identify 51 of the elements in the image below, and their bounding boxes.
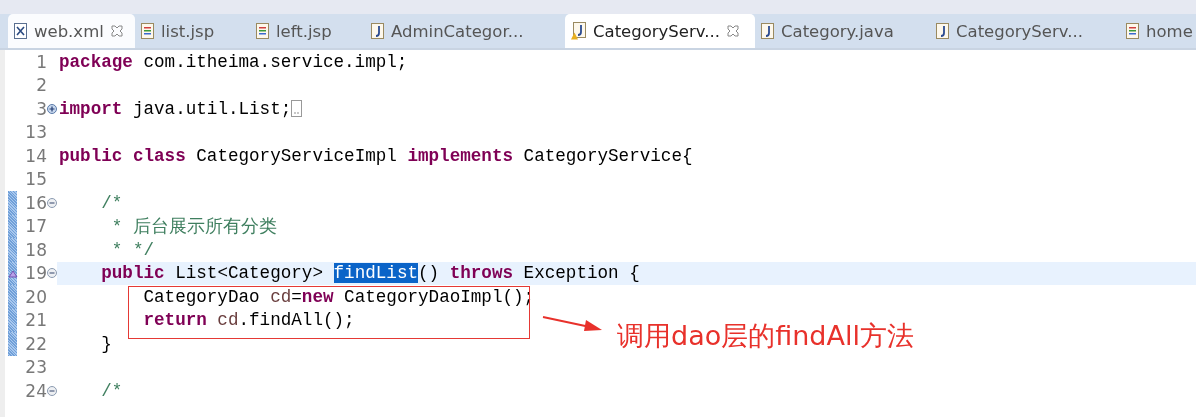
editor-tab[interactable]: CategoryServ... <box>930 14 1120 48</box>
java-file-warning-icon <box>571 22 586 40</box>
code-line: /* <box>100 380 123 401</box>
folded-code-icon[interactable] <box>291 100 303 118</box>
code-line: public class CategoryServiceImpl implements CategoryService{ <box>59 145 693 166</box>
collapse-icon[interactable] <box>47 197 57 208</box>
line-number: 17 <box>25 216 47 237</box>
code-line: * */ <box>110 239 155 260</box>
line-number: 3 <box>36 98 47 119</box>
expand-icon[interactable] <box>47 103 57 114</box>
jsp-file-icon <box>141 23 154 39</box>
editor-tab[interactable]: Category.java <box>755 14 930 48</box>
java-file-icon <box>371 23 384 39</box>
line-number: 19 <box>25 263 47 284</box>
line-number: 20 <box>25 286 47 307</box>
line-number: 18 <box>25 239 47 260</box>
code-line: public List<Category> findList() throws Exception { <box>100 263 640 284</box>
line-number: 21 <box>25 310 47 331</box>
collapse-icon[interactable] <box>47 385 57 396</box>
code-line: package com.itheima.service.impl; <box>59 51 408 72</box>
line-number: 1 <box>36 51 47 72</box>
java-file-icon <box>936 23 949 39</box>
jsp-file-icon <box>256 23 269 39</box>
code-line: CategoryDao cd=new CategoryDaoImpl(); <box>142 286 535 307</box>
line-number: 15 <box>25 169 47 190</box>
collapse-icon[interactable] <box>47 268 57 279</box>
line-number: 24 <box>25 380 47 401</box>
code-line: * 后台展示所有分类 <box>110 216 277 239</box>
line-number: 13 <box>25 122 47 143</box>
java-file-icon <box>761 23 774 39</box>
editor-tab[interactable]: web.xml <box>8 14 135 48</box>
editor-tab[interactable]: home <box>1120 14 1196 48</box>
code-line: /* <box>100 192 123 213</box>
line-number: 2 <box>36 75 47 96</box>
xml-file-icon <box>14 23 27 39</box>
close-icon[interactable] <box>110 25 123 37</box>
code-line: return cd.findAll(); <box>142 310 355 331</box>
close-icon[interactable] <box>727 25 739 37</box>
code-line: import java.util.List; <box>59 98 292 119</box>
line-number: 22 <box>25 333 47 354</box>
code-line: } <box>100 333 112 354</box>
line-number: 16 <box>25 192 47 213</box>
annotation-text: 调用dao层的findAll方法 <box>617 319 914 353</box>
editor-tab[interactable]: left.jsp <box>250 14 365 48</box>
editor-tab[interactable]: AdminCategor... <box>365 14 565 48</box>
editor-tab[interactable]: list.jsp <box>135 14 250 48</box>
line-number: 14 <box>25 145 47 166</box>
editor-tab[interactable]: CategoryServ... <box>565 14 755 48</box>
jsp-file-icon <box>1126 23 1139 39</box>
arrow-icon <box>542 315 604 333</box>
line-number: 23 <box>25 357 47 378</box>
